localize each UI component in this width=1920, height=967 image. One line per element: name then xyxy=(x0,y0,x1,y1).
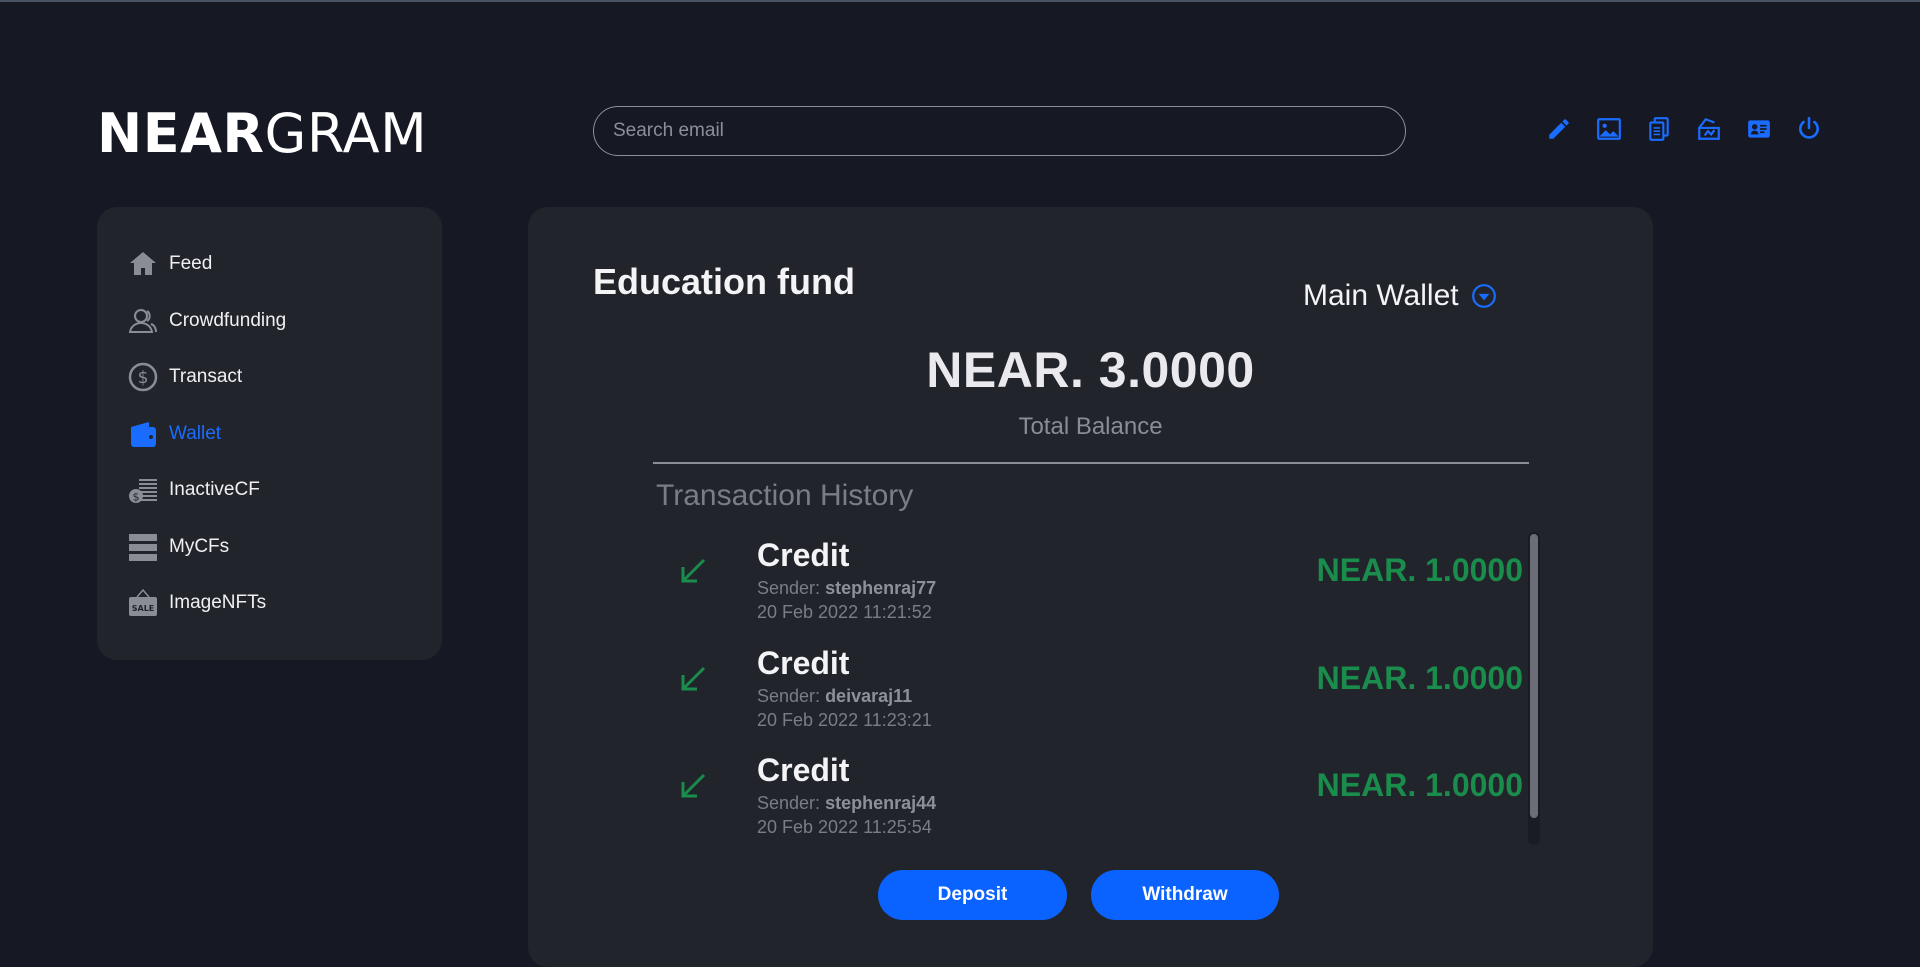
sidebar-item-feed[interactable]: Feed xyxy=(127,247,442,281)
deposit-button[interactable]: Deposit xyxy=(878,870,1067,920)
transaction-date: 20 Feb 2022 11:25:54 xyxy=(757,817,932,837)
svg-text:$: $ xyxy=(138,368,149,388)
transaction-sender: Sender: stephenraj44 xyxy=(757,793,937,813)
transaction-row: Credit Sender: deivaraj11 20 Feb 2022 11… xyxy=(653,640,1523,748)
people-icon xyxy=(127,305,159,337)
svg-text:SALE: SALE xyxy=(132,604,155,613)
sidebar-item-crowdfunding[interactable]: Crowdfunding xyxy=(127,304,442,338)
transaction-history-title: Transaction History xyxy=(656,479,914,512)
incoming-arrow-icon xyxy=(681,666,706,690)
sidebar-item-label: Crowdfunding xyxy=(169,309,287,331)
transaction-row: Credit Sender: stephenraj77 20 Feb 2022 … xyxy=(653,532,1523,640)
documents-icon[interactable] xyxy=(1645,115,1673,143)
sidebar-item-label: Wallet xyxy=(169,422,222,444)
sidebar-item-label: Feed xyxy=(169,253,213,274)
wallet-dropdown-label: Main Wallet xyxy=(1303,279,1459,312)
withdraw-button[interactable]: Withdraw xyxy=(1091,870,1279,920)
sidebar-item-label: ImageNFTs xyxy=(169,592,267,613)
sidebar-item-wallet[interactable]: Wallet xyxy=(127,417,442,451)
transaction-sender: Sender: deivaraj11 xyxy=(757,685,913,706)
sidebar-item-label: InactiveCF xyxy=(169,479,260,500)
sidebar: Feed Crowdfunding $ Transact Wallet $ In… xyxy=(97,207,442,660)
search-input[interactable] xyxy=(593,106,1406,156)
home-icon xyxy=(127,248,159,280)
sidebar-item-inactivecf[interactable]: $ InactiveCF xyxy=(127,473,442,507)
sidebar-item-imagenfts[interactable]: SALE ImageNFTs xyxy=(127,586,442,620)
sidebar-item-transact[interactable]: $ Transact xyxy=(127,360,442,394)
incoming-arrow-icon xyxy=(681,558,706,583)
fundraiser-icon[interactable] xyxy=(1695,115,1723,143)
divider xyxy=(653,462,1529,464)
svg-text:$: $ xyxy=(133,491,140,504)
transaction-sender: Sender: stephenraj77 xyxy=(757,578,937,598)
wallet-icon xyxy=(127,418,159,450)
sidebar-item-mycfs[interactable]: MyCFs xyxy=(127,530,442,564)
sale-tag-icon: SALE xyxy=(127,587,159,619)
transaction-date: 20 Feb 2022 11:23:21 xyxy=(757,709,932,730)
wallet-card: Education fund Main Wallet NEAR. 3.0000 … xyxy=(528,207,1653,967)
wallet-dropdown[interactable]: Main Wallet xyxy=(1303,279,1497,313)
transaction-amount: NEAR. 1.0000 xyxy=(1316,767,1523,803)
transaction-list[interactable]: Credit Sender: stephenraj77 20 Feb 2022 … xyxy=(653,532,1523,855)
header-toolbar xyxy=(1545,115,1823,143)
incoming-arrow-icon xyxy=(681,773,706,798)
top-border xyxy=(0,0,1920,2)
scrollbar[interactable] xyxy=(1528,532,1540,845)
total-balance-label: Total Balance xyxy=(1018,413,1163,440)
transaction-amount: NEAR. 1.0000 xyxy=(1316,552,1523,588)
chevron-down-icon xyxy=(1471,284,1496,308)
transaction-row: Credit Sender: stephenraj44 20 Feb 2022 … xyxy=(653,747,1523,855)
transaction-amount: NEAR. 1.0000 xyxy=(1316,659,1523,696)
page-title: Education fund xyxy=(593,261,855,302)
scrollbar-thumb[interactable] xyxy=(1530,534,1538,818)
transaction-type: Credit xyxy=(757,537,850,573)
transaction-type: Credit xyxy=(757,644,850,681)
transaction-type: Credit xyxy=(757,752,850,788)
list-icon xyxy=(127,531,159,563)
dollar-circle-icon: $ xyxy=(127,361,159,393)
sidebar-item-label: MyCFs xyxy=(169,535,230,557)
edit-icon[interactable] xyxy=(1545,115,1573,143)
image-icon[interactable] xyxy=(1595,115,1623,143)
sidebar-item-label: Transact xyxy=(169,366,243,387)
total-balance-value: NEAR. 3.0000 xyxy=(926,342,1255,398)
cash-stack-icon: $ xyxy=(127,474,159,506)
id-card-icon[interactable] xyxy=(1745,115,1773,143)
logo[interactable]: NEARGRAM xyxy=(97,104,427,164)
power-icon[interactable] xyxy=(1795,115,1823,143)
transaction-date: 20 Feb 2022 11:21:52 xyxy=(757,602,932,622)
